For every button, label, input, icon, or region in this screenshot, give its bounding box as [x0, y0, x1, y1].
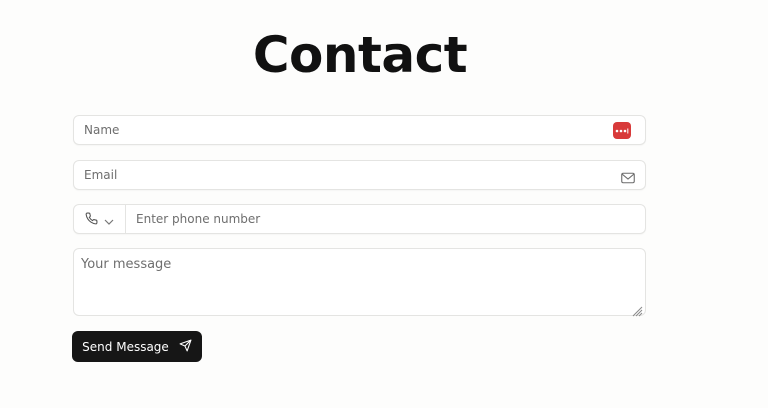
message-field[interactable]: [73, 248, 646, 317]
name-field[interactable]: [73, 115, 646, 145]
chevron-down-icon: [104, 210, 114, 229]
email-input[interactable]: [84, 161, 604, 189]
contact-page: Contact Name Email Enter phone number Yo…: [0, 0, 768, 408]
page-title: Contact: [252, 26, 468, 84]
send-message-button[interactable]: Send Message: [72, 331, 202, 362]
message-textarea[interactable]: [81, 257, 631, 307]
resize-handle[interactable]: [632, 302, 643, 317]
phone-icon: [85, 210, 98, 229]
send-button-label: Send Message: [82, 339, 169, 354]
phone-input[interactable]: [136, 205, 626, 233]
password-manager-icon[interactable]: [613, 122, 631, 139]
country-code-selector[interactable]: [74, 205, 126, 233]
phone-field[interactable]: [73, 204, 646, 234]
name-input[interactable]: [84, 116, 604, 144]
send-icon: [179, 339, 192, 355]
email-field[interactable]: [73, 160, 646, 190]
mail-icon: [621, 169, 635, 184]
